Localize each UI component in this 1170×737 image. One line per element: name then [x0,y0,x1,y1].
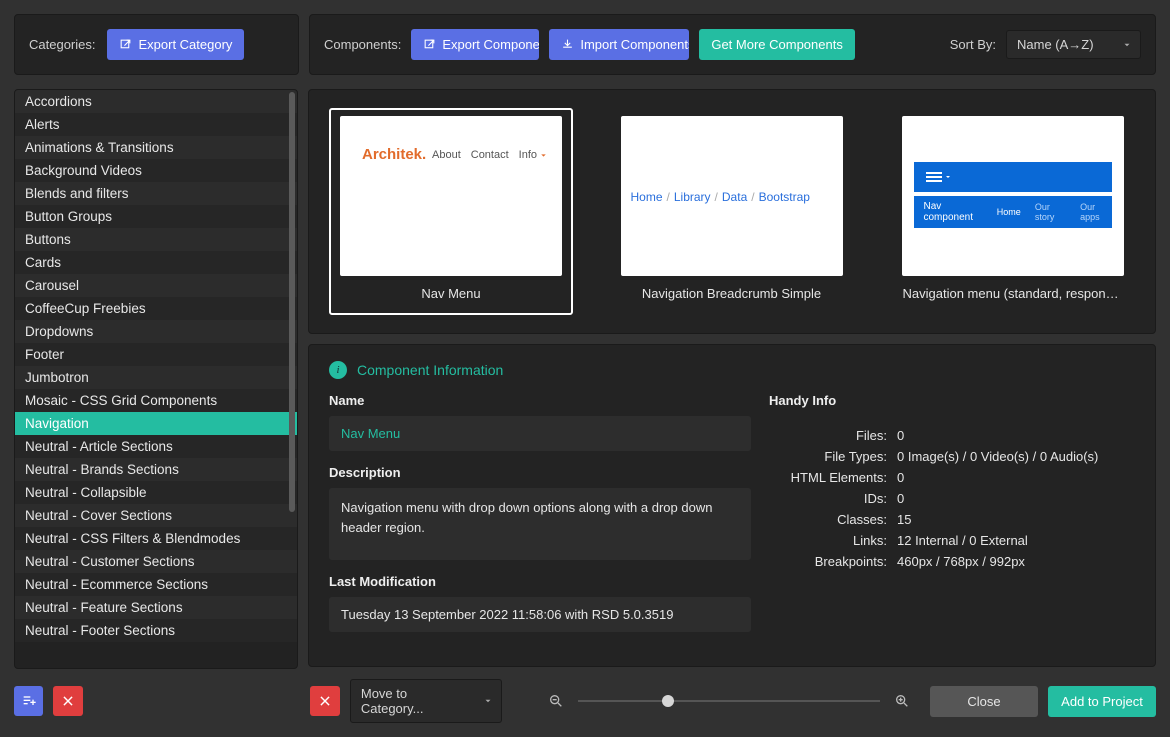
component-card[interactable]: Home/Library/Data/Bootstrap Navigation B… [609,108,854,315]
components-label: Components: [324,37,401,52]
export-icon [119,38,132,51]
export-icon [423,38,436,51]
component-card[interactable]: Nav component Home Our story Our apps Na… [890,108,1135,315]
sidebar-item[interactable]: Neutral - Collapsible [15,481,297,504]
component-caption: Nav Menu [421,286,480,301]
component-caption: Navigation menu (standard, responsi… [903,286,1123,301]
sidebar-item[interactable]: Navigation [15,412,297,435]
name-field[interactable]: Nav Menu [329,416,751,451]
import-icon [561,38,574,51]
sidebar-item[interactable]: Mosaic - CSS Grid Components [15,389,297,412]
component-card[interactable]: Architek. About Contact Info Nav Menu [329,108,573,315]
sidebar-item[interactable]: CoffeeCup Freebies [15,297,297,320]
description-field[interactable]: Navigation menu with drop down options a… [329,488,751,560]
sidebar-item[interactable]: Dropdowns [15,320,297,343]
handy-info-label: Handy Info [769,393,1135,408]
thumb-menu: About Contact Info [432,149,548,161]
component-thumbnail: Architek. About Contact Info [340,116,562,276]
sidebar-item[interactable]: Neutral - Ecommerce Sections [15,573,297,596]
info-row: Classes:15 [769,512,1135,527]
export-component-button[interactable]: Export Component [411,29,539,60]
sidebar-item[interactable]: Jumbotron [15,366,297,389]
scrollbar-handle[interactable] [289,92,295,512]
sidebar-item[interactable]: Neutral - Cover Sections [15,504,297,527]
sidebar-item[interactable]: Alerts [15,113,297,136]
sidebar-item[interactable]: Neutral - Customer Sections [15,550,297,573]
component-gallery-panel: Architek. About Contact Info Nav Menu Ho… [308,89,1156,334]
component-info-panel: i Component Information Name Nav Menu De… [308,344,1156,667]
component-thumbnail: Home/Library/Data/Bootstrap [621,116,843,276]
components-header-panel: Components: Export Component Import Comp… [309,14,1156,75]
zoom-slider[interactable] [548,693,910,709]
zoom-out-icon[interactable] [548,693,564,709]
description-label: Description [329,465,751,480]
categories-header-panel: Categories: Export Category [14,14,299,75]
chevron-down-icon [483,696,493,706]
move-to-category-select[interactable]: Move to Category... [350,679,502,723]
sidebar-item[interactable]: Neutral - Article Sections [15,435,297,458]
sidebar-item[interactable]: Buttons [15,228,297,251]
handy-info-list: Files:0 File Types:0 Image(s) / 0 Video(s… [769,428,1135,569]
category-list[interactable]: AccordionsAlertsAnimations & Transitions… [15,90,297,642]
chevron-down-icon [1122,40,1132,50]
add-list-icon [21,693,37,709]
sidebar-item[interactable]: Neutral - Feature Sections [15,596,297,619]
export-category-button[interactable]: Export Category [107,29,244,60]
category-list-panel: AccordionsAlertsAnimations & Transitions… [14,89,298,669]
component-caption: Navigation Breadcrumb Simple [642,286,821,301]
sidebar-item[interactable]: Blends and filters [15,182,297,205]
close-button[interactable]: Close [930,686,1038,717]
sidebar-item[interactable]: Background Videos [15,159,297,182]
info-icon: i [329,361,347,379]
add-to-project-button[interactable]: Add to Project [1048,686,1156,717]
sort-by-select[interactable]: Name (A→Z) [1006,30,1141,59]
sidebar-item[interactable]: Button Groups [15,205,297,228]
sidebar-item[interactable]: Neutral - Brands Sections [15,458,297,481]
get-more-components-button[interactable]: Get More Components [699,29,855,60]
component-thumbnail: Nav component Home Our story Our apps [902,116,1124,276]
info-row: File Types:0 Image(s) / 0 Video(s) / 0 A… [769,449,1135,464]
zoom-in-icon[interactable] [894,693,910,709]
delete-component-button[interactable] [310,686,339,716]
info-row: HTML Elements:0 [769,470,1135,485]
thumb-brand: Architek. [362,146,426,163]
sidebar-item[interactable]: Accordions [15,90,297,113]
close-icon [61,694,75,708]
move-to-category-label: Move to Category... [361,686,424,716]
slider-track[interactable] [578,700,880,702]
delete-category-button[interactable] [53,686,82,716]
thumb-breadcrumb: Home/Library/Data/Bootstrap [631,190,810,204]
last-modification-field: Tuesday 13 September 2022 11:58:06 with … [329,597,751,632]
name-label: Name [329,393,751,408]
sidebar-item[interactable]: Animations & Transitions [15,136,297,159]
info-row: Files:0 [769,428,1135,443]
chevron-down-icon [944,173,952,181]
hamburger-icon [926,172,942,182]
add-to-project-label: Add to Project [1061,694,1143,709]
sort-by-value: Name (A→Z) [1017,37,1094,52]
bottom-toolbar: Move to Category... Close Add to Project [0,669,1170,737]
get-more-components-label: Get More Components [711,37,843,52]
export-category-label: Export Category [138,37,232,52]
info-section-title: Component Information [357,362,503,378]
info-row: Links:12 Internal / 0 External [769,533,1135,548]
sidebar-item[interactable]: Neutral - Footer Sections [15,619,297,642]
last-modification-label: Last Modification [329,574,751,589]
sidebar-item[interactable]: Cards [15,251,297,274]
close-button-label: Close [967,694,1000,709]
sidebar-item[interactable]: Footer [15,343,297,366]
export-component-label: Export Component [442,37,539,52]
info-row: Breakpoints:460px / 768px / 992px [769,554,1135,569]
import-components-label: Import Components [580,37,689,52]
info-row: IDs:0 [769,491,1135,506]
close-icon [318,694,332,708]
sidebar-item[interactable]: Carousel [15,274,297,297]
slider-knob[interactable] [662,695,674,707]
sidebar-item[interactable]: Neutral - CSS Filters & Blendmodes [15,527,297,550]
add-category-button[interactable] [14,686,43,716]
sort-by-label: Sort By: [950,37,996,52]
import-components-button[interactable]: Import Components [549,29,689,60]
categories-label: Categories: [29,37,95,52]
